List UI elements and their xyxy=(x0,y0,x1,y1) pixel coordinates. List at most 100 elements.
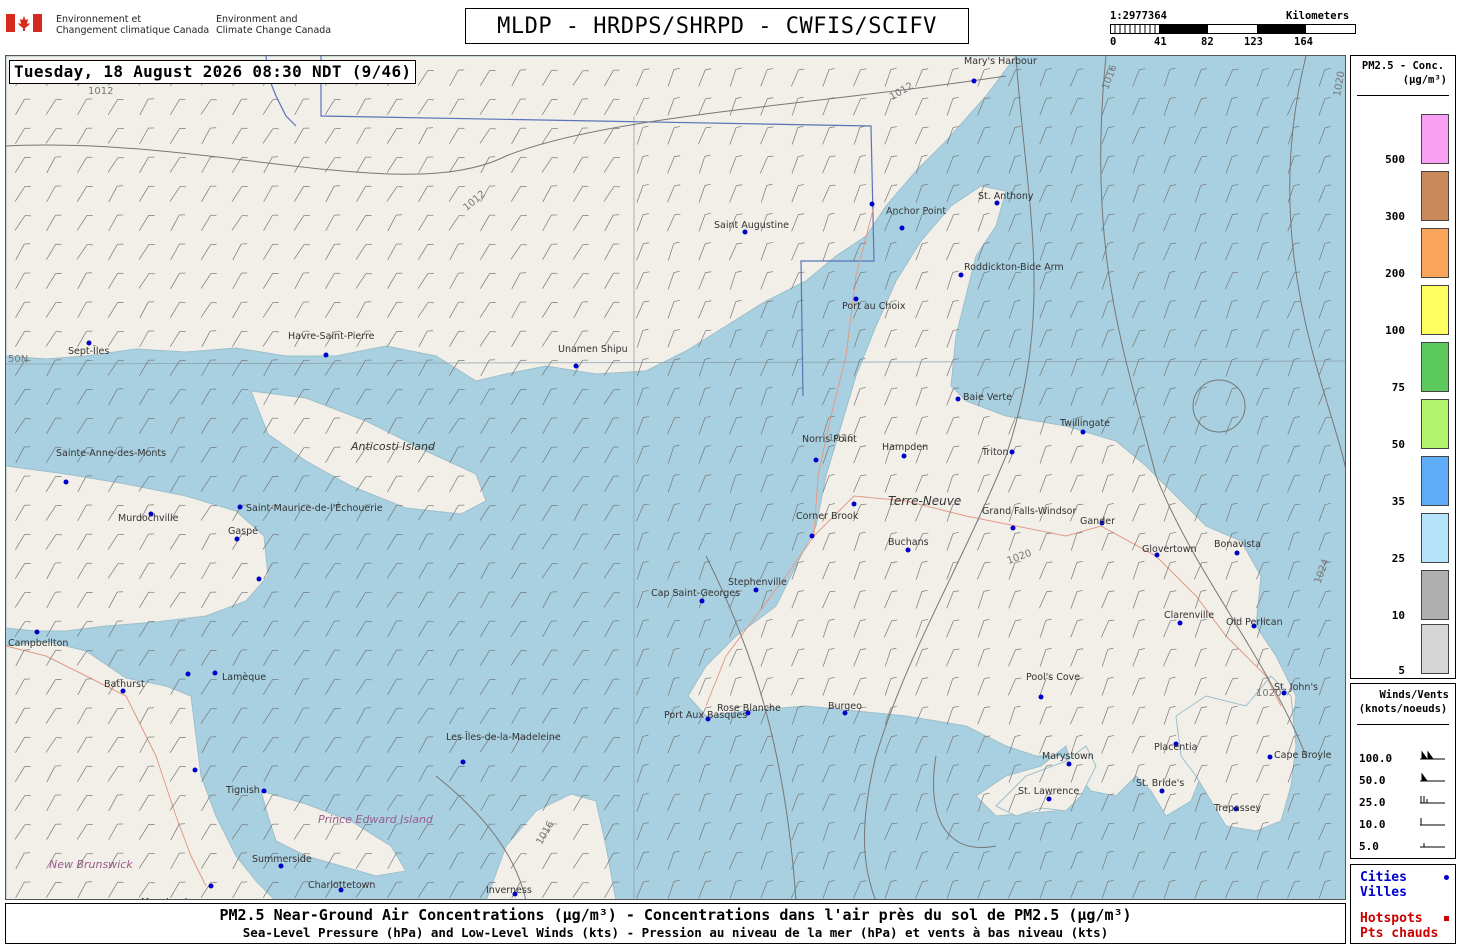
city-marker[interactable] xyxy=(1046,796,1052,802)
legend-swatch-500 xyxy=(1421,114,1449,164)
legend-swatch-75 xyxy=(1421,342,1449,392)
city-marker[interactable] xyxy=(699,598,705,604)
caption-line-1: PM2.5 Near-Ground Air Concentrations (µg… xyxy=(219,906,1132,924)
city-marker[interactable] xyxy=(869,201,875,207)
legend-label-25: 25 xyxy=(1391,552,1405,565)
hotspot-square-icon xyxy=(1444,916,1449,921)
map-caption: PM2.5 Near-Ground Air Concentrations (µg… xyxy=(5,903,1346,944)
city-label: Placentia xyxy=(1154,742,1197,753)
cities-label: Cities xyxy=(1360,870,1407,885)
city-label: Burgeo xyxy=(828,701,862,712)
city-marker[interactable] xyxy=(86,340,92,346)
city-label: Charlottetown xyxy=(308,880,375,891)
city-marker[interactable] xyxy=(899,225,905,231)
city-marker[interactable] xyxy=(813,457,819,463)
city-label: Cape Broyle xyxy=(1274,750,1332,761)
city-marker[interactable] xyxy=(460,759,466,765)
legend-label-100: 100 xyxy=(1385,324,1405,337)
isobar-label: 1012 xyxy=(88,86,113,97)
city-marker[interactable] xyxy=(809,533,815,539)
city-marker[interactable] xyxy=(1010,525,1016,531)
scale-tick-0: 0 xyxy=(1110,36,1117,48)
org-name-en: Environment and Climate Change Canada xyxy=(216,14,332,36)
city-marker[interactable] xyxy=(185,671,191,677)
city-label: Twillingate xyxy=(1059,418,1110,429)
city-label: Buchans xyxy=(888,537,929,548)
city-label: Les Îles-de-la-Madeleine xyxy=(446,731,561,743)
city-marker[interactable] xyxy=(192,767,198,773)
city-marker[interactable] xyxy=(851,501,857,507)
city-marker[interactable] xyxy=(1009,449,1015,455)
winds-legend: Winds/Vents (knots/noeuds) 100.0 50.0 25… xyxy=(1350,683,1456,859)
city-label: Glovertown xyxy=(1142,544,1197,555)
scale-tick-3: 123 xyxy=(1244,36,1263,48)
hotspots-label: Hotspots xyxy=(1360,911,1423,926)
city-marker[interactable] xyxy=(234,536,240,542)
city-marker[interactable] xyxy=(1234,550,1240,556)
caption-line-2: Sea-Level Pressure (hPa) and Low-Level W… xyxy=(242,925,1109,940)
legend-label-75: 75 xyxy=(1391,381,1405,394)
city-label: Saint Augustine xyxy=(714,220,789,231)
scale-tick-4: 164 xyxy=(1294,36,1313,48)
legend-label-5: 5 xyxy=(1398,664,1405,677)
city-marker[interactable] xyxy=(1080,429,1086,435)
city-marker[interactable] xyxy=(256,576,262,582)
villes-label: Villes xyxy=(1360,885,1407,900)
wind-speed-100: 100.0 xyxy=(1359,752,1393,765)
scale-ratio: 1:2977364 xyxy=(1110,10,1167,22)
city-label: Triton xyxy=(981,447,1009,458)
city-label: Havre-Saint-Pierre xyxy=(288,331,375,342)
winds-legend-title: Winds/Vents (knots/noeuds) xyxy=(1358,689,1449,715)
city-marker[interactable] xyxy=(1159,788,1165,794)
wind-speed-5: 5.0 xyxy=(1359,840,1379,853)
city-marker[interactable] xyxy=(573,363,579,369)
city-marker[interactable] xyxy=(208,883,214,889)
city-label: Pool's Cove xyxy=(1026,672,1080,683)
wind-speed-25: 25.0 xyxy=(1359,796,1386,809)
legend-label-35: 35 xyxy=(1391,495,1405,508)
city-label: Inverness xyxy=(486,885,532,896)
city-marker[interactable] xyxy=(63,479,69,485)
city-marker[interactable] xyxy=(261,788,267,794)
city-marker[interactable] xyxy=(958,272,964,278)
org-name-fr: Environnement et Changement climatique Ca… xyxy=(56,14,210,36)
city-marker[interactable] xyxy=(1267,754,1273,760)
city-marker[interactable] xyxy=(323,352,329,358)
city-marker[interactable] xyxy=(901,453,907,459)
region-label-new-brunswick: New Brunswick xyxy=(49,858,133,871)
city-label: Unamen Shipu xyxy=(558,344,628,355)
city-label: Rose Blanche xyxy=(717,703,781,714)
city-label: St. Anthony xyxy=(978,191,1034,202)
winds-legend-divider xyxy=(1357,724,1449,725)
city-label: Clarenville xyxy=(1164,610,1214,621)
legend-label-10: 10 xyxy=(1391,609,1405,622)
legend-swatch-300 xyxy=(1421,171,1449,221)
legend-label-50: 50 xyxy=(1391,438,1405,451)
city-marker[interactable] xyxy=(1177,620,1183,626)
city-marker[interactable] xyxy=(1038,694,1044,700)
timestamp-label: Tuesday, 18 August 2026 08:30 NDT (9/46) xyxy=(9,60,417,84)
city-label: Old Perlican xyxy=(1226,617,1283,628)
legend-label-300: 300 xyxy=(1385,210,1405,223)
city-marker[interactable] xyxy=(1066,761,1072,767)
city-marker[interactable] xyxy=(237,504,243,510)
scale-tick-1: 41 xyxy=(1154,36,1167,48)
city-label: Sainte-Anne-des-Monts xyxy=(56,448,166,459)
city-label: Bonavista xyxy=(1214,539,1261,550)
city-marker[interactable] xyxy=(955,396,961,402)
wind-speed-10: 10.0 xyxy=(1359,818,1386,831)
city-label: Gander xyxy=(1080,516,1115,527)
city-label: Marystown xyxy=(1042,751,1094,762)
city-marker[interactable] xyxy=(905,547,911,553)
city-label: Corner Brook xyxy=(796,511,859,522)
city-marker[interactable] xyxy=(212,670,218,676)
city-marker[interactable] xyxy=(34,629,40,635)
map-panel[interactable]: 1012 1012 1012 1016 1016 1016 1020 1020 … xyxy=(5,55,1346,900)
map-canvas[interactable]: 1012 1012 1012 1016 1016 1016 1020 1020 … xyxy=(6,56,1346,900)
city-marker[interactable] xyxy=(971,78,977,84)
legend-label-500: 500 xyxy=(1385,153,1405,166)
city-label: Baie Verte xyxy=(963,392,1012,403)
city-label: Mary's Harbour xyxy=(964,56,1037,67)
scale-unit: Kilometers xyxy=(1286,10,1350,22)
city-marker[interactable] xyxy=(753,587,759,593)
